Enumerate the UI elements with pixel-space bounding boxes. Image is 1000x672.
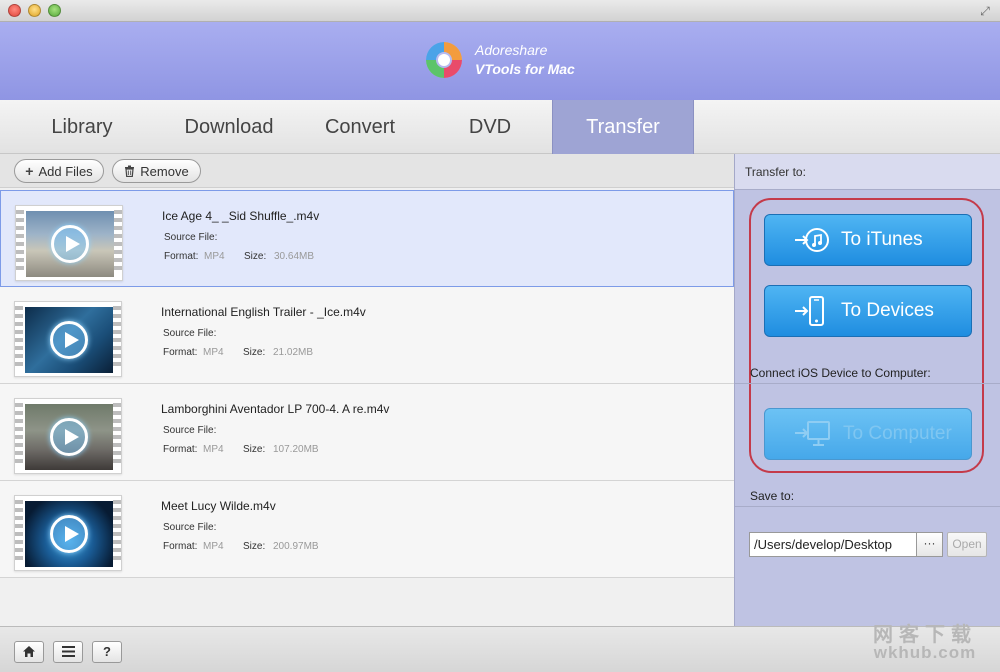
video-thumbnail[interactable] [15, 205, 123, 281]
menu-icon [61, 646, 75, 657]
size-label: Size: [243, 541, 266, 552]
tab-convert[interactable]: Convert [294, 100, 426, 154]
source-file-label: Source File: [164, 232, 218, 243]
video-thumbnail[interactable] [14, 495, 122, 571]
bottom-bar: ? [0, 626, 1000, 672]
video-thumbnail[interactable] [14, 398, 122, 474]
remove-label: Remove [140, 163, 189, 179]
app-header: Adoreshare VTools for Mac [0, 22, 1000, 100]
help-button[interactable]: ? [92, 641, 122, 663]
format-value: MP4 [203, 541, 224, 552]
source-file-label: Source File: [163, 328, 217, 339]
zoom-window-button[interactable] [48, 4, 61, 17]
file-name: Meet Lucy Wilde.m4v [161, 499, 276, 513]
source-file-label: Source File: [163, 425, 217, 436]
source-file-label: Source File: [163, 522, 217, 533]
product-name: VTools for Mac [475, 61, 575, 77]
film-strip-left [15, 496, 23, 562]
thumbnail-image [25, 307, 113, 373]
tab-dvd[interactable]: DVD [426, 100, 554, 154]
play-icon[interactable] [50, 418, 88, 456]
main-tabs: Library Download Convert DVD Transfer [0, 100, 1000, 154]
itunes-icon [795, 228, 829, 252]
size-label: Size: [243, 444, 266, 455]
film-strip-left [15, 399, 23, 465]
file-row[interactable]: Lamborghini Aventador LP 700-4. A re.m4v… [0, 384, 734, 481]
file-row[interactable]: Meet Lucy Wilde.m4v Source File: Format:… [0, 481, 734, 578]
film-strip-right [114, 206, 122, 272]
tab-download[interactable]: Download [164, 100, 294, 154]
file-toolbar: + Add Files Remove [0, 154, 734, 188]
size-label: Size: [244, 251, 267, 262]
format-label: Format: [163, 347, 198, 358]
to-itunes-label: To iTunes [841, 229, 923, 250]
format-value: MP4 [203, 444, 224, 455]
menu-button[interactable] [53, 641, 83, 663]
file-name: Ice Age 4_ _Sid Shuffle_.m4v [162, 209, 320, 223]
to-itunes-button[interactable]: To iTunes [764, 214, 972, 266]
add-files-button[interactable]: + Add Files [14, 159, 104, 183]
play-icon[interactable] [51, 225, 89, 263]
play-icon[interactable] [50, 515, 88, 553]
file-row[interactable]: International English Trailer - _Ice.m4v… [0, 287, 734, 384]
thumbnail-image [26, 211, 114, 277]
format-value: MP4 [204, 251, 225, 262]
home-button[interactable] [14, 641, 44, 663]
watermark: 网客下载 wkhub.com [860, 618, 990, 663]
play-icon[interactable] [50, 321, 88, 359]
transfer-to-header: Transfer to: [735, 154, 1000, 190]
brand-name: Adoreshare [475, 42, 548, 58]
film-strip-left [15, 302, 23, 368]
format-label: Format: [164, 251, 199, 262]
save-path-field[interactable]: /Users/develop/Desktop [749, 532, 917, 557]
file-name: International English Trailer - _Ice.m4v [161, 305, 366, 319]
to-computer-label: To Computer [843, 423, 952, 444]
film-strip-right [113, 496, 121, 562]
divider [735, 506, 1000, 507]
connect-device-label: Connect iOS Device to Computer: [750, 366, 931, 380]
watermark-url: wkhub.com [873, 643, 977, 662]
film-strip-right [113, 302, 121, 368]
monitor-icon [795, 421, 830, 446]
to-devices-label: To Devices [841, 300, 934, 321]
trash-icon [125, 165, 135, 177]
remove-button[interactable]: Remove [112, 159, 201, 183]
format-label: Format: [163, 444, 198, 455]
film-strip-left [16, 206, 24, 272]
size-value: 200.97MB [273, 541, 319, 552]
file-row[interactable]: Ice Age 4_ _Sid Shuffle_.m4v Source File… [0, 190, 734, 287]
close-window-button[interactable] [8, 4, 21, 17]
thumbnail-image [25, 404, 113, 470]
add-files-label: Add Files [38, 163, 93, 179]
open-button[interactable]: Open [947, 532, 987, 557]
minimize-window-button[interactable] [28, 4, 41, 17]
film-strip-right [113, 399, 121, 465]
save-to-label: Save to: [750, 489, 795, 503]
phone-icon [795, 296, 824, 326]
format-label: Format: [163, 541, 198, 552]
window-titlebar: ⤢ [0, 0, 1000, 22]
size-value: 107.20MB [273, 444, 319, 455]
divider [735, 383, 1000, 384]
to-computer-button[interactable]: To Computer [764, 408, 972, 460]
size-value: 21.02MB [273, 347, 314, 358]
file-list-pane: + Add Files Remove Ice Age 4_ _Sid Shuff… [0, 154, 734, 626]
file-name: Lamborghini Aventador LP 700-4. A re.m4v [161, 402, 390, 416]
thumbnail-image [25, 501, 113, 567]
fullscreen-icon[interactable]: ⤢ [978, 4, 992, 18]
transfer-pane: Transfer to: To iTunes To Devices Connec… [734, 154, 1000, 626]
format-value: MP4 [203, 347, 224, 358]
video-thumbnail[interactable] [14, 301, 122, 377]
home-icon [23, 646, 35, 657]
plus-icon: + [25, 163, 34, 179]
browse-button[interactable]: ··· [916, 532, 943, 557]
tab-library[interactable]: Library [0, 100, 164, 154]
size-value: 30.64MB [274, 251, 315, 262]
to-devices-button[interactable]: To Devices [764, 285, 972, 337]
size-label: Size: [243, 347, 266, 358]
app-logo-icon [426, 42, 462, 78]
tab-transfer[interactable]: Transfer [552, 100, 694, 154]
